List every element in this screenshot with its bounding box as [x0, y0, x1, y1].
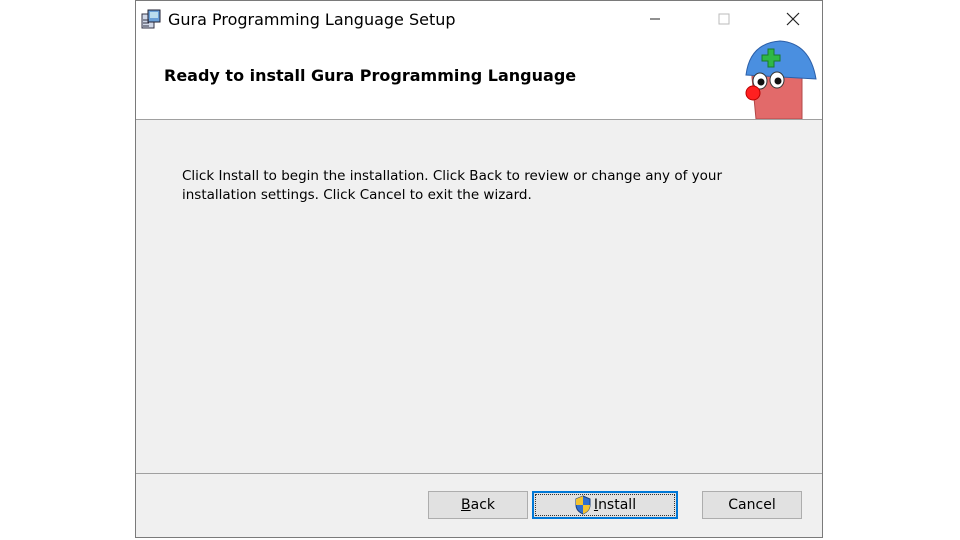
banner-header: Ready to install Gura Programming Langua…: [136, 37, 822, 120]
install-focus-ring: Install: [535, 494, 675, 516]
title-bar: Gura Programming Language Setup: [136, 1, 822, 37]
page-title: Ready to install Gura Programming Langua…: [164, 66, 577, 85]
minimize-button[interactable]: [632, 1, 678, 37]
back-mnemonic: B: [461, 497, 471, 513]
maximize-button[interactable]: [701, 1, 747, 37]
footer-divider: [136, 473, 822, 474]
close-icon: [786, 12, 800, 26]
installer-app-icon: [141, 9, 161, 29]
back-button[interactable]: Back: [428, 491, 528, 519]
minimize-icon: [650, 18, 660, 20]
window-title: Gura Programming Language Setup: [168, 10, 456, 29]
uac-shield-icon: [575, 495, 591, 515]
setup-window: Gura Programming Language Setup Ready to…: [135, 0, 823, 538]
helmet-mascot-icon: [745, 40, 817, 119]
close-button[interactable]: [770, 1, 816, 37]
maximize-icon: [718, 13, 730, 25]
install-instructions: Click Install to begin the installation.…: [182, 168, 722, 203]
install-button[interactable]: Install: [532, 491, 678, 519]
install-label: nstall: [598, 497, 637, 513]
back-label: ack: [470, 497, 495, 513]
cancel-button[interactable]: Cancel: [702, 491, 802, 519]
